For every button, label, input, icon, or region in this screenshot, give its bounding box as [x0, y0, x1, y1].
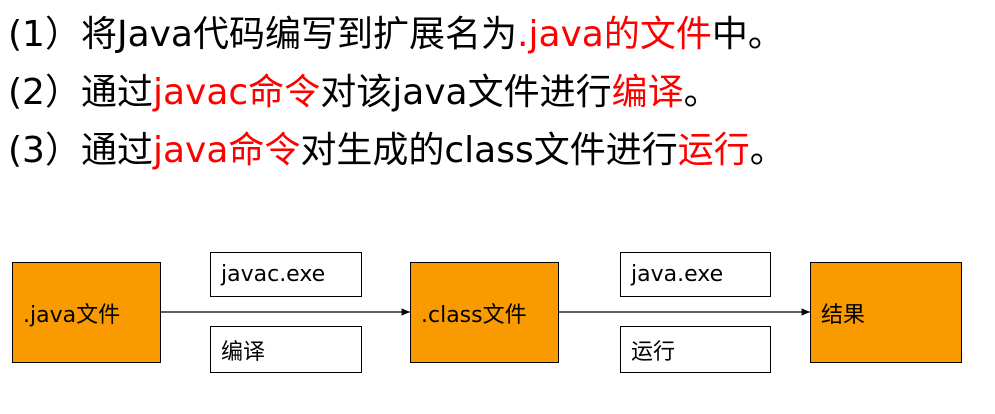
compile-tool-box: javac.exe [210, 252, 362, 297]
node-class-file-label: .class文件 [421, 302, 527, 328]
run-tool-label: java.exe [631, 262, 724, 287]
compile-label: 编译 [221, 339, 266, 365]
compile-tool-label: javac.exe [221, 262, 326, 287]
node-java-file-label: .java文件 [23, 302, 121, 328]
node-class-file: .class文件 [410, 262, 559, 363]
run-tool-box: java.exe [620, 252, 771, 297]
node-result: 结果 [810, 262, 962, 363]
node-java-file: .java文件 [12, 262, 161, 363]
node-result-label: 结果 [821, 302, 866, 328]
compile-label-box: 编译 [210, 326, 362, 373]
run-label-box: 运行 [620, 326, 771, 373]
run-label: 运行 [631, 339, 676, 365]
flow-diagram: .java文件 javac.exe 编译 .class文件 java.exe 运… [0, 0, 995, 414]
